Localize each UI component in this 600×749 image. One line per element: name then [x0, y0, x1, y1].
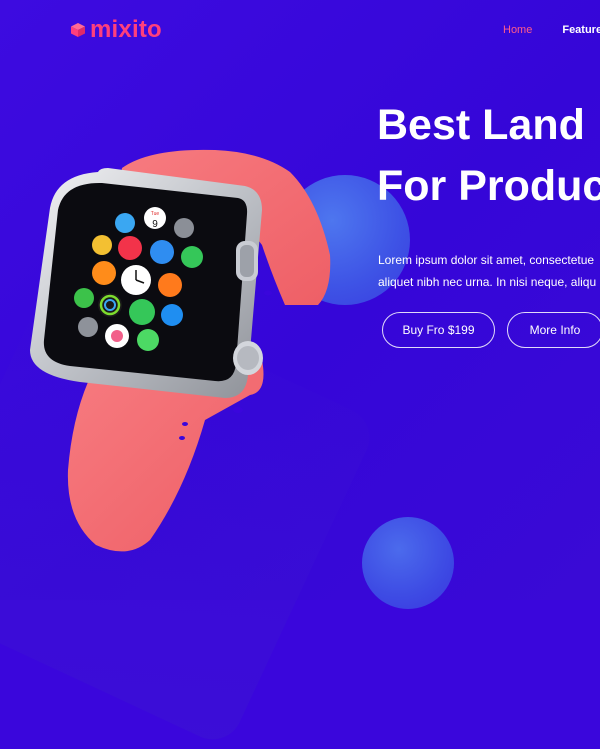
hero-title-line: For Produc: [377, 162, 600, 210]
hero-description: Lorem ipsum dolor sit amet, consectetue …: [378, 249, 600, 293]
more-info-button[interactable]: More Info: [507, 312, 600, 348]
hero-text-line: Lorem ipsum dolor sit amet, consectetue: [378, 253, 595, 267]
svg-text:Tue: Tue: [151, 211, 160, 217]
smartwatch-image: Tue 9: [30, 149, 331, 552]
hero-title: Best Land For Produc: [377, 95, 600, 217]
hero-title-line: Best Land: [377, 101, 585, 149]
svg-text:9: 9: [152, 219, 158, 230]
hero-text-line: aliquet nibh nec urna. In nisi neque, al…: [378, 275, 597, 289]
buy-button[interactable]: Buy Fro $199: [382, 312, 495, 348]
